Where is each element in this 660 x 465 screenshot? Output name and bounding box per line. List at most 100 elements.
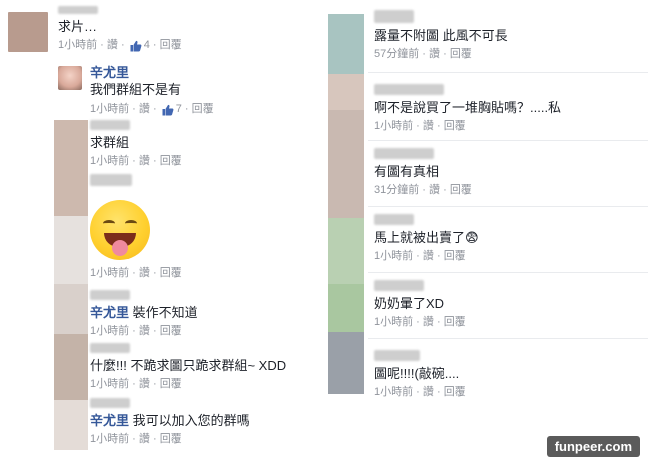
- like-link[interactable]: 讚: [423, 316, 434, 328]
- comment-time[interactable]: 1小時前: [90, 103, 129, 115]
- comment-time[interactable]: 1小時前: [374, 120, 413, 132]
- comment-time[interactable]: 1小時前: [90, 433, 129, 445]
- commenter-name[interactable]: [90, 290, 130, 300]
- comment-time[interactable]: 1小時前: [90, 325, 129, 337]
- comment-meta: 1小時前 · 讚 · 4 · 回覆: [58, 39, 182, 51]
- like-link[interactable]: 讚: [139, 433, 150, 445]
- like-link[interactable]: 讚: [107, 39, 118, 51]
- like-link[interactable]: 讚: [423, 250, 434, 262]
- comment-time[interactable]: 1小時前: [90, 378, 129, 390]
- reply-link[interactable]: 回覆: [444, 386, 466, 398]
- comment-item: 有圖有真相 31分鐘前 · 讚 · 回覆: [374, 148, 644, 198]
- comment-meta: 1小時前 · 讚 · 回覆: [90, 433, 182, 445]
- commenter-name[interactable]: [374, 214, 414, 225]
- commenter-name[interactable]: 辛尤里: [90, 64, 214, 81]
- avatar[interactable]: [54, 334, 88, 400]
- comment-text: 馬上就被出賣了😨: [374, 230, 479, 245]
- reply-link[interactable]: 回覆: [192, 103, 214, 115]
- divider: [368, 72, 648, 73]
- commenter-name[interactable]: [58, 6, 98, 14]
- commenter-name[interactable]: [90, 398, 130, 408]
- commenter-name[interactable]: [90, 343, 130, 353]
- avatar[interactable]: [328, 332, 364, 394]
- divider: [368, 140, 648, 141]
- commenter-name[interactable]: [374, 148, 434, 159]
- comment-item: 什麼!!! 不跪求圖只跪求群組~ XDD 1小時前 · 讚 · 回覆: [90, 343, 310, 393]
- avatar[interactable]: [54, 216, 88, 284]
- divider: [368, 338, 648, 339]
- comment-text: 圖呢!!!!(敲碗....: [374, 366, 460, 381]
- commenter-name[interactable]: [374, 350, 420, 361]
- like-link[interactable]: 讚: [139, 155, 150, 167]
- reply-link[interactable]: 回覆: [160, 433, 182, 445]
- comment-meta: 1小時前 · 讚 · 回覆: [374, 120, 466, 132]
- comment-time[interactable]: 1小時前: [374, 386, 413, 398]
- reply-link[interactable]: 回覆: [160, 325, 182, 337]
- reply-link[interactable]: 回覆: [160, 39, 182, 51]
- like-link[interactable]: 讚: [139, 103, 150, 115]
- comment-time[interactable]: 57分鐘前: [374, 48, 419, 60]
- avatar[interactable]: [54, 120, 88, 216]
- commenter-name[interactable]: [90, 174, 132, 186]
- comment-meta: 1小時前 · 讚 · 回覆: [90, 267, 182, 279]
- mention-name[interactable]: 辛尤里: [90, 413, 129, 428]
- reply-link[interactable]: 回覆: [444, 250, 466, 262]
- avatar[interactable]: [328, 14, 364, 74]
- site-watermark: funpeer.com: [546, 436, 640, 457]
- commenter-name[interactable]: [374, 10, 414, 23]
- avatar[interactable]: [328, 74, 364, 110]
- like-link[interactable]: 讚: [139, 267, 150, 279]
- avatar[interactable]: [328, 110, 364, 218]
- comment-text: 啊不是說買了一堆胸貼嗎？.....私: [374, 100, 562, 115]
- comment-item: 求群組 1小時前 · 讚 · 回覆: [90, 120, 310, 168]
- like-link[interactable]: 讚: [423, 386, 434, 398]
- comment-meta: 1小時前 · 讚 · 回覆: [374, 316, 466, 328]
- comment-time[interactable]: 1小時前: [90, 155, 129, 167]
- comment-text: 露量不附圖 此風不可長: [374, 28, 508, 43]
- like-link[interactable]: 讚: [423, 120, 434, 132]
- commenter-name[interactable]: [374, 280, 424, 291]
- comment-time[interactable]: 1小時前: [374, 316, 413, 328]
- comment-item: 辛尤里 我們群組不是有 1小時前 · 讚 · 7 · 回覆: [58, 64, 308, 115]
- right-comment-column: 露量不附圖 此風不可長 57分鐘前 · 讚 · 回覆 啊不是說買了一堆胸貼嗎？.…: [328, 0, 648, 400]
- comment-meta: 1小時前 · 讚 · 7 · 回覆: [90, 103, 214, 115]
- comment-text: 求片…: [58, 19, 98, 34]
- like-link[interactable]: 讚: [139, 325, 150, 337]
- left-comment-column: 求片… 1小時前 · 讚 · 4 · 回覆 辛尤里 我們群組不是有 1小時前 ·…: [8, 0, 308, 465]
- avatar[interactable]: [58, 66, 82, 90]
- avatar[interactable]: [54, 400, 88, 450]
- comment-time[interactable]: 1小時前: [374, 250, 413, 262]
- comment-time[interactable]: 31分鐘前: [374, 184, 419, 196]
- comment-item: 辛尤里 裝作不知道 1小時前 · 讚 · 回覆: [90, 290, 310, 337]
- reply-link[interactable]: 回覆: [160, 378, 182, 390]
- commenter-name[interactable]: [374, 84, 444, 95]
- comment-text: 辛尤里 裝作不知道: [90, 305, 198, 320]
- mention-name[interactable]: 辛尤里: [90, 305, 129, 320]
- comment-meta: 57分鐘前 · 讚 · 回覆: [374, 48, 472, 60]
- comment-time[interactable]: 1小時前: [58, 39, 97, 51]
- comment-text: 有圖有真相: [374, 164, 440, 179]
- like-link[interactable]: 讚: [429, 184, 440, 196]
- like-link[interactable]: 讚: [429, 48, 440, 60]
- reply-link[interactable]: 回覆: [160, 267, 182, 279]
- reply-link[interactable]: 回覆: [450, 48, 472, 60]
- like-link[interactable]: 讚: [139, 378, 150, 390]
- comment-meta: 1小時前 · 讚 · 回覆: [374, 386, 466, 398]
- comment-item: 1小時前 · 讚 · 回覆: [90, 174, 310, 286]
- reply-link[interactable]: 回覆: [160, 155, 182, 167]
- comment-meta: 1小時前 · 讚 · 回覆: [90, 155, 182, 167]
- avatar[interactable]: [8, 12, 48, 52]
- tongue-face-sticker[interactable]: [90, 200, 150, 260]
- thumbs-up-icon: [130, 40, 142, 51]
- reply-link[interactable]: 回覆: [444, 120, 466, 132]
- comment-text: 求群組: [90, 135, 130, 150]
- reply-link[interactable]: 回覆: [450, 184, 472, 196]
- comment-time[interactable]: 1小時前: [90, 267, 129, 279]
- commenter-name[interactable]: [90, 120, 130, 130]
- comment-text: 奶奶暈了XD: [374, 296, 445, 311]
- avatar[interactable]: [54, 284, 88, 334]
- avatar[interactable]: [328, 218, 364, 284]
- reply-link[interactable]: 回覆: [444, 316, 466, 328]
- thumbs-up-icon: [162, 104, 174, 115]
- avatar[interactable]: [328, 284, 364, 332]
